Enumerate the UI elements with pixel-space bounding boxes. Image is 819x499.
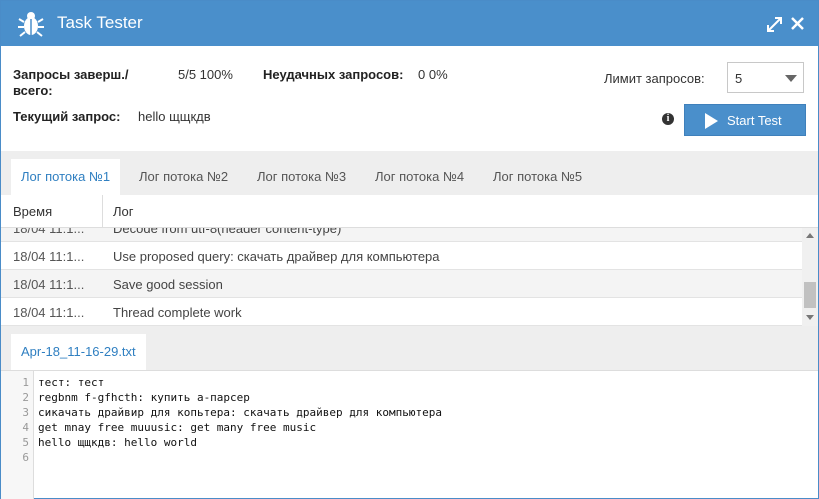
log-message: Use proposed query: скачать драйвер для … [113,249,440,264]
request-limit-value: 5 [735,71,743,86]
task-tester-window: Task Tester Запросы заверш./ всего: 5/5 … [0,0,819,499]
tab-thread-log-4[interactable]: Лог потока №4 [365,159,474,195]
line-number: 4 [22,421,29,434]
file-tabs: Apr-18_11-16-29.txt [1,326,818,370]
result-editor[interactable]: 1 2 3 4 5 6 тест: тест regbnm f-gfhcth: … [1,370,818,499]
requests-done-value: 5/5 100% [178,67,233,82]
start-test-button[interactable]: Start Test [684,104,806,136]
table-row[interactable]: 18/04 11:1... Thread complete work [1,298,802,326]
editor-line: regbnm f-gfhcth: купить а-парсер [38,391,250,404]
requests-total-label: всего: [13,83,53,98]
tab-thread-log-3[interactable]: Лог потока №3 [247,159,356,195]
editor-line: сикачать драйвир для копьтера: скачать д… [38,406,442,419]
log-message: Thread complete work [113,305,242,320]
tab-thread-log-5[interactable]: Лог потока №5 [483,159,592,195]
column-header-time[interactable]: Время [13,204,52,219]
table-row[interactable]: 18/04 11:1... Save good session [1,270,802,298]
log-message: Decode from utf-8(header content-type) [113,228,342,236]
table-row[interactable]: 18/04 11:1... Decode from utf-8(header c… [1,228,802,242]
line-number: 2 [22,391,29,404]
window-title: Task Tester [57,13,143,32]
requests-done-label: Запросы заверш./ [13,67,129,82]
close-icon[interactable] [790,16,805,31]
line-number: 1 [22,376,29,389]
scrollbar-thumb[interactable] [804,282,816,308]
log-time: 18/04 11:1... [13,305,85,320]
scroll-down-icon[interactable] [806,315,814,320]
current-request-label: Текущий запрос: [13,109,121,124]
current-request-value: hello щщкдв [138,109,211,124]
line-number-gutter: 1 2 3 4 5 6 [1,371,34,499]
chevron-down-icon [785,75,797,82]
log-table-header: Время Лог [1,195,818,228]
title-bar: Task Tester [1,1,818,46]
log-table-body[interactable]: 18/04 11:1... Decode from utf-8(header c… [1,228,802,326]
stats-panel: Запросы заверш./ всего: 5/5 100% Неудачн… [1,46,818,151]
log-time: 18/04 11:1... [13,228,85,236]
log-time: 18/04 11:1... [13,277,85,292]
request-limit-select[interactable]: 5 [727,62,804,93]
failed-requests-value: 0 0% [418,67,448,82]
editor-line: тест: тест [38,376,105,389]
bug-icon [18,12,44,37]
tab-thread-log-1[interactable]: Лог потока №1 [11,159,121,195]
start-test-label: Start Test [727,113,782,128]
log-time: 18/04 11:1... [13,249,85,264]
request-limit-label: Лимит запросов: [604,71,705,86]
editor-line: get mnay free muuusic: get many free mus… [38,421,317,434]
table-row[interactable]: 18/04 11:1... Use proposed query: скачат… [1,242,802,270]
log-scrollbar[interactable] [802,228,818,326]
expand-icon[interactable] [766,16,783,33]
editor-line: hello щщкдв: hello world [38,436,197,449]
log-message: Save good session [113,277,223,292]
scroll-up-icon[interactable] [806,233,814,238]
play-icon [705,113,718,129]
info-icon[interactable]: i [662,113,674,125]
tab-thread-log-2[interactable]: Лог потока №2 [129,159,238,195]
tab-result-file[interactable]: Apr-18_11-16-29.txt [11,334,146,370]
line-number: 6 [22,451,29,464]
line-number: 5 [22,436,29,449]
thread-tabs: Лог потока №1 Лог потока №2 Лог потока №… [1,151,818,195]
column-divider[interactable] [102,195,103,228]
failed-requests-label: Неудачных запросов: [263,67,404,82]
line-number: 3 [22,406,29,419]
column-header-log[interactable]: Лог [113,204,134,219]
